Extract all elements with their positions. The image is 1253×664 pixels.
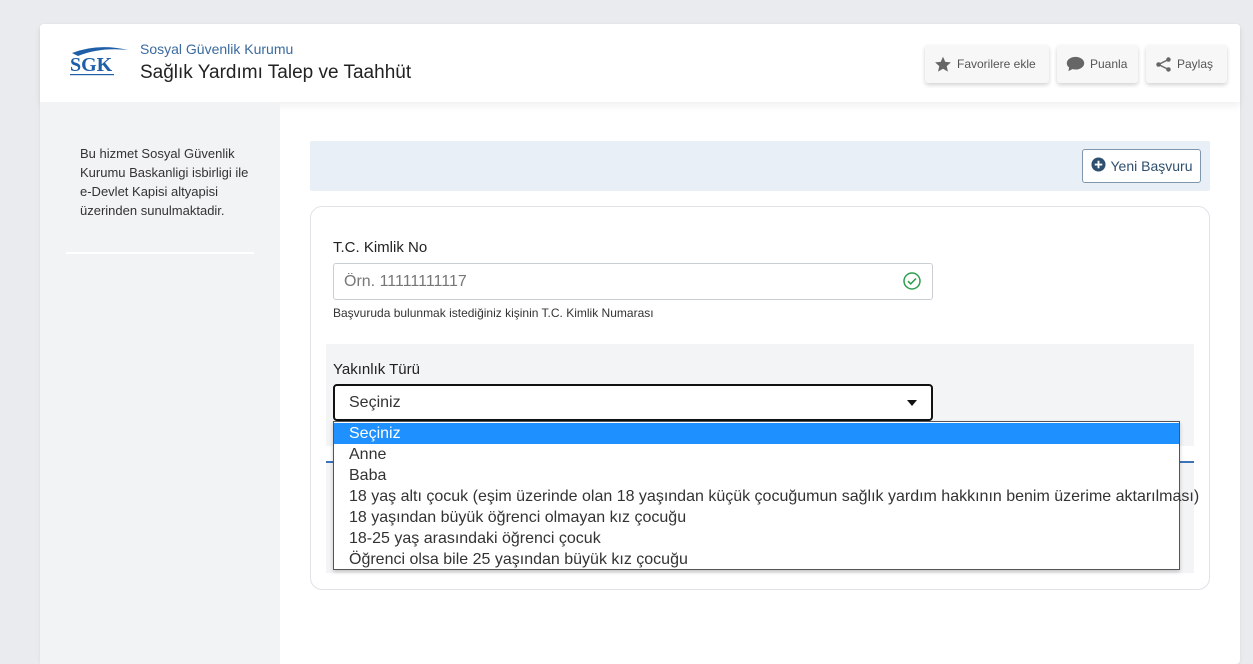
dropdown-option[interactable]: Seçiniz (334, 423, 1179, 444)
service-info-text: Bu hizmet Sosyal Güvenlik Kurumu Baskanl… (80, 146, 249, 218)
tc-help-text: Başvuruda bulunmak istediğiniz kişinin T… (333, 306, 654, 320)
valid-check-icon (903, 272, 921, 295)
dropdown-option[interactable]: 18 yaşından büyük öğrenci olmayan kız ço… (334, 507, 1179, 528)
page-title: Sağlık Yardımı Talep ve Taahhüt (140, 62, 412, 83)
dropdown-option[interactable]: Anne (334, 444, 1179, 465)
share-button[interactable]: Paylaş (1146, 45, 1227, 83)
sidebar-divider (66, 252, 254, 254)
page-header: SGK Sosyal Güvenlik Kurumu Sağlık Yardım… (40, 24, 1240, 102)
new-application-label: Yeni Başvuru (1110, 158, 1193, 174)
comment-icon (1066, 56, 1085, 72)
favorite-button[interactable]: Favorilere ekle (925, 45, 1049, 83)
tc-label: T.C. Kimlik No (333, 239, 428, 256)
relation-select[interactable]: Seçiniz (333, 384, 933, 421)
relation-selected-value: Seçiniz (349, 393, 401, 411)
institution-name: Sosyal Güvenlik Kurumu (140, 41, 294, 57)
sgk-logo: SGK (68, 44, 130, 78)
relation-dropdown-list: Seçiniz Anne Baba 18 yaş altı çocuk (eşi… (333, 421, 1199, 570)
new-application-button[interactable]: Yeni Başvuru (1082, 149, 1201, 183)
dropdown-option[interactable]: 18-25 yaş arasındaki öğrenci çocuk (334, 528, 1179, 549)
dropdown-option[interactable]: Öğrenci olsa bile 25 yaşından büyük kız … (334, 549, 1179, 570)
share-label: Paylaş (1177, 57, 1214, 71)
star-icon (934, 56, 952, 73)
rate-label: Puanla (1090, 57, 1128, 71)
logo-text: SGK (70, 54, 113, 76)
share-icon (1155, 56, 1172, 73)
action-toolbar: Yeni Başvuru (310, 141, 1210, 191)
favorite-label: Favorilere ekle (957, 57, 1036, 71)
rate-button[interactable]: Puanla (1057, 45, 1138, 83)
tc-input[interactable] (333, 263, 933, 300)
dropdown-option[interactable]: 18 yaş altı çocuk (eşim üzerinde olan 18… (334, 486, 1199, 507)
dropdown-option[interactable]: Baba (334, 465, 1179, 486)
relation-label: Yakınlık Türü (333, 361, 420, 378)
plus-circle-icon (1090, 157, 1106, 175)
caret-down-icon (907, 399, 917, 406)
sidebar: Bu hizmet Sosyal Güvenlik Kurumu Baskanl… (40, 102, 280, 664)
